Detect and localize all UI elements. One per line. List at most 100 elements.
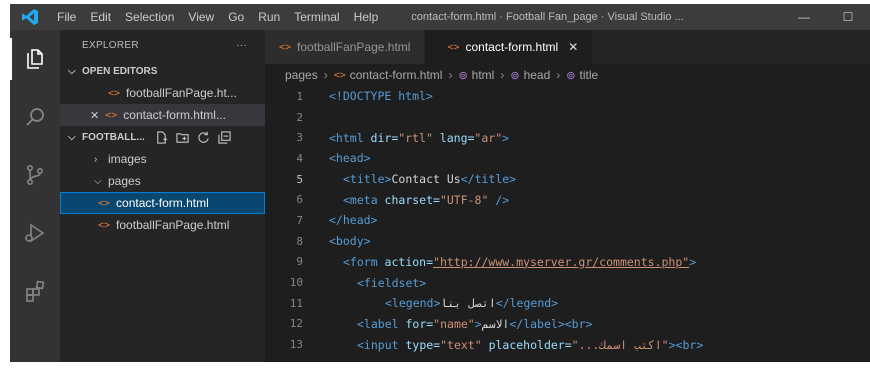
menu-file[interactable]: File [50,4,83,30]
code-token: "text" [440,337,482,352]
code-line: 11 <legend> اتصل بنا </legend> [265,293,870,314]
menu-view[interactable]: View [181,4,221,30]
open-editor-label: footballFanPage.ht... [126,86,237,100]
html-file-icon: <> [447,41,460,53]
breadcrumb-folder[interactable]: pages [285,68,318,82]
breadcrumb-symbol[interactable]: html [472,68,495,82]
editor-area: <> footballFanPage.html <> contact-form.… [265,30,870,362]
activity-bar [10,30,60,362]
menu-bar: File Edit Selection View Go Run Terminal… [50,4,385,30]
code-line: 3 <html dir= "rtl" lang= "ar" > [265,127,870,148]
tree-folder-pages[interactable]: ⌵ pages [60,170,265,192]
code-token: "ar" [474,130,503,145]
more-actions-icon[interactable]: ··· [236,40,247,51]
code-token: اتصل بنا [440,296,496,311]
menu-terminal[interactable]: Terminal [287,4,346,30]
line-number: 7 [296,213,303,227]
source-control-icon[interactable] [10,146,60,204]
line-number: 8 [296,234,303,248]
symbol-element-icon: ⊚ [566,69,576,82]
code-token: الاسم [481,316,510,331]
html-file-icon: <> [279,41,292,53]
tab-football-fan-page[interactable]: <> footballFanPage.html [265,30,426,64]
code-line: 6 <meta charset= "UTF-8" /> [265,189,870,210]
close-tab-icon[interactable]: ✕ [568,40,578,54]
code-line: 7 </head> [265,210,870,231]
folder-actions [155,130,231,144]
code-token: <!DOCTYPE html> [329,89,433,104]
code-token: </label> [509,316,565,331]
code-token: "rtl" [398,130,433,145]
new-folder-icon[interactable] [176,131,189,144]
line-number: 5 [296,172,303,186]
code-line: 4 <head> [265,148,870,169]
breadcrumb-symbol[interactable]: head [524,68,551,82]
code-token: <body> [329,234,371,249]
code-token: > [502,130,510,145]
search-icon[interactable] [10,88,60,146]
tab-label: footballFanPage.html [297,40,411,54]
maximize-button[interactable]: ☐ [826,4,870,30]
vscode-window: File Edit Selection View Go Run Terminal… [10,4,870,362]
html-file-icon: <> [98,197,111,209]
line-number: 2 [296,110,303,124]
tab-contact-form[interactable]: <> contact-form.html ✕ [425,30,594,64]
code-token: charset= [384,192,440,207]
menu-help[interactable]: Help [347,4,386,30]
tree-folder-images[interactable]: › images [60,148,265,170]
code-token: "http://www.myserver.gr/comments.php" [433,254,690,269]
code-token: <label [357,316,406,331]
tree-folder-label: pages [108,174,141,188]
chevron-right-icon: › [323,68,328,82]
code-line: 10 <fieldset> [265,272,870,293]
menu-run[interactable]: Run [251,4,287,30]
tab-label: contact-form.html [465,40,559,54]
chevron-right-icon: › [556,68,561,82]
code-token: <br> [675,337,704,352]
folder-section[interactable]: ⌵ FOOTBALL... [60,126,265,148]
open-editor-item[interactable]: ✕ <> contact-form.html... [60,104,265,126]
code-editor[interactable]: 1 <!DOCTYPE html> 2 3 <html dir= "rtl" la… [265,86,870,355]
html-file-icon: <> [333,69,346,81]
chevron-down-icon: ⌵ [94,175,102,187]
run-debug-icon[interactable] [10,204,60,262]
code-token: <meta [343,192,385,207]
title-bar: File Edit Selection View Go Run Terminal… [10,4,870,30]
code-token: lang= [432,130,475,145]
extensions-icon[interactable] [10,262,60,320]
minimize-button[interactable]: — [782,4,826,30]
menu-go[interactable]: Go [221,4,251,30]
menu-edit[interactable]: Edit [83,4,118,30]
code-token: <br> [564,316,593,331]
line-number: 1 [296,89,303,103]
breadcrumb: pages › <> contact-form.html › ⊚ html › … [265,64,870,86]
explorer-icon[interactable] [10,30,60,88]
code-token: <title> [343,172,392,187]
open-editor-label: contact-form.html... [123,108,226,122]
open-editors-section[interactable]: ⌵ OPEN EDITORS [60,60,265,82]
symbol-element-icon: ⊚ [510,69,520,82]
vscode-logo-icon [10,4,50,30]
tree-file-fan-page[interactable]: <> footballFanPage.html [60,214,265,236]
close-icon[interactable]: ✕ [90,109,99,122]
chevron-right-icon: › [94,153,98,165]
code-token: <legend> [385,296,441,311]
tree-folder-label: images [108,152,147,166]
tree-file-label: footballFanPage.html [116,218,230,232]
refresh-icon[interactable] [197,131,210,144]
menu-selection[interactable]: Selection [118,4,181,30]
collapse-icon[interactable] [218,130,231,144]
symbol-element-icon: ⊚ [458,69,468,82]
breadcrumb-file[interactable]: contact-form.html [350,68,443,82]
code-token: <head> [329,151,371,166]
explorer-title: EXPLORER [82,39,139,51]
line-number: 4 [296,151,303,165]
new-file-icon[interactable] [155,130,168,144]
line-number: 13 [289,338,303,352]
code-line-current: 5 <title> Contact Us </title> [265,169,870,190]
code-token: > [474,316,482,331]
open-editor-item[interactable]: <> footballFanPage.ht... [60,82,265,104]
breadcrumb-symbol[interactable]: title [579,68,598,82]
explorer-sidebar: EXPLORER ··· ⌵ OPEN EDITORS <> footballF… [60,30,265,362]
tree-file-contact-form[interactable]: <> contact-form.html [60,192,265,214]
